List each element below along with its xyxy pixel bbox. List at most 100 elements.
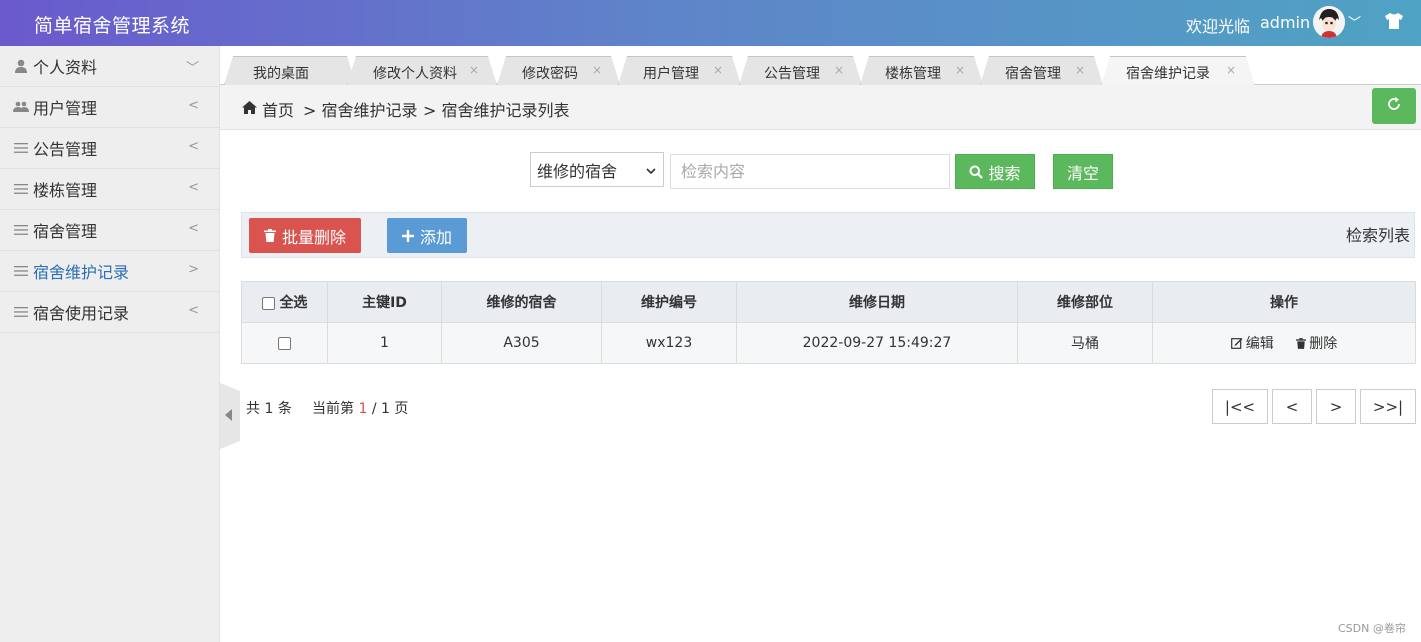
sidebar-item-buildings[interactable]: 楼栋管理 < bbox=[0, 169, 219, 210]
clear-button[interactable]: 清空 bbox=[1053, 154, 1113, 189]
delete-label: 删除 bbox=[1309, 336, 1338, 353]
add-label: 添加 bbox=[419, 227, 452, 247]
refresh-button[interactable] bbox=[1372, 88, 1416, 124]
edit-link[interactable]: 编辑 bbox=[1230, 333, 1274, 353]
close-icon[interactable]: × bbox=[955, 63, 965, 77]
select-all-header[interactable]: 全选 bbox=[241, 281, 328, 323]
batch-delete-label: 批量删除 bbox=[281, 227, 346, 247]
tab-change-password[interactable]: 修改密码 × bbox=[497, 56, 620, 85]
column-header: 维修日期 bbox=[736, 281, 1018, 323]
row-checkbox[interactable] bbox=[278, 336, 291, 350]
chevron-left-icon: < bbox=[188, 303, 199, 318]
search-button-label: 搜索 bbox=[988, 163, 1021, 183]
sidebar-item-profile[interactable]: 个人资料 ﹀ bbox=[0, 46, 219, 87]
close-icon[interactable]: × bbox=[834, 63, 844, 77]
chevron-down-icon[interactable]: ﹀ bbox=[1348, 12, 1361, 31]
tab-notice-management[interactable]: 公告管理 × bbox=[739, 56, 862, 85]
close-icon[interactable]: × bbox=[592, 63, 602, 77]
pager-pages-suffix: 页 bbox=[394, 401, 409, 417]
pager-page-count: 1 bbox=[381, 401, 390, 417]
close-icon[interactable]: × bbox=[1075, 63, 1085, 77]
tab-dorm-management[interactable]: 宿舍管理 × bbox=[980, 56, 1103, 85]
sidebar-item-label: 个人资料 bbox=[33, 58, 98, 77]
maintenance-table: 全选 主键ID 维修的宿舍 维护编号 维修日期 维修部位 操作 1 A305 w… bbox=[241, 281, 1416, 364]
breadcrumb-maintenance[interactable]: > 宿舍维护记录 bbox=[303, 97, 418, 121]
chevron-left-icon: < bbox=[188, 139, 199, 154]
sidebar-item-label: 楼栋管理 bbox=[33, 181, 98, 200]
column-header: 主键ID bbox=[327, 281, 442, 323]
tab-label: 我的桌面 bbox=[253, 66, 309, 82]
sidebar-item-notices[interactable]: 公告管理 < bbox=[0, 128, 219, 169]
edit-icon bbox=[1230, 337, 1243, 349]
cell-code: wx123 bbox=[601, 322, 737, 364]
pager-total-prefix: 共 bbox=[246, 401, 260, 417]
delete-link[interactable]: 删除 bbox=[1296, 333, 1337, 353]
top-header: 简单宿舍管理系统 欢迎光临 admin ﹀ bbox=[0, 0, 1421, 46]
tab-desktop[interactable]: 我的桌面 bbox=[224, 56, 356, 85]
sidebar: 个人资料 ﹀ 用户管理 < 公告管理 < 楼栋管理 < 宿舍管理 < 宿舍维护记… bbox=[0, 46, 220, 642]
sidebar-item-label: 宿舍使用记录 bbox=[33, 304, 130, 323]
welcome-text: 欢迎光临 bbox=[1186, 17, 1251, 36]
username[interactable]: admin bbox=[1260, 13, 1310, 32]
first-page-button[interactable]: |<< bbox=[1212, 389, 1268, 424]
table-row: 1 A305 wx123 2022-09-27 15:49:27 马桶 编辑 删… bbox=[241, 322, 1416, 364]
breadcrumb-home[interactable]: 首页 bbox=[262, 97, 294, 121]
list-icon bbox=[12, 304, 30, 320]
tab-label: 宿舍管理 bbox=[1005, 66, 1061, 82]
sidebar-item-label: 宿舍维护记录 bbox=[33, 263, 130, 282]
list-icon bbox=[12, 140, 30, 156]
last-page-button[interactable]: >>| bbox=[1360, 389, 1416, 424]
avatar[interactable] bbox=[1313, 6, 1345, 38]
search-field-select[interactable]: 维修的宿舍 bbox=[530, 152, 664, 187]
batch-delete-button[interactable]: 批量删除 bbox=[249, 218, 361, 253]
tab-label: 用户管理 bbox=[643, 66, 699, 82]
search-field-value: 维修的宿舍 bbox=[537, 161, 618, 181]
pager-separator: / bbox=[371, 401, 377, 417]
search-input[interactable] bbox=[670, 154, 950, 189]
sidebar-item-users[interactable]: 用户管理 < bbox=[0, 87, 219, 128]
close-icon[interactable]: × bbox=[713, 63, 723, 77]
search-button[interactable]: 搜索 bbox=[955, 154, 1035, 189]
next-page-button[interactable]: > bbox=[1316, 389, 1356, 424]
plus-icon bbox=[401, 229, 414, 242]
cell-actions: 编辑 删除 bbox=[1152, 322, 1416, 364]
toolbar: 批量删除 添加 检索列表 bbox=[241, 212, 1415, 258]
sidebar-item-label: 宿舍管理 bbox=[33, 222, 98, 241]
tab-dorm-maintenance[interactable]: 宿舍维护记录 × bbox=[1101, 56, 1255, 86]
add-button[interactable]: 添加 bbox=[387, 218, 467, 253]
tab-building-management[interactable]: 楼栋管理 × bbox=[860, 56, 983, 85]
prev-page-button[interactable]: < bbox=[1272, 389, 1312, 424]
trash-icon bbox=[1296, 337, 1307, 349]
tshirt-icon[interactable] bbox=[1384, 12, 1404, 34]
watermark: CSDN @卷帘 bbox=[1338, 622, 1406, 635]
pager-total-suffix: 条 bbox=[277, 401, 292, 417]
list-icon bbox=[12, 263, 30, 279]
column-header: 维修部位 bbox=[1017, 281, 1153, 323]
search-icon bbox=[969, 165, 984, 179]
cell-date: 2022-09-27 15:49:27 bbox=[736, 322, 1018, 364]
sidebar-item-maintenance[interactable]: 宿舍维护记录 > bbox=[0, 251, 219, 292]
pager-current-page: 1 bbox=[358, 401, 368, 417]
close-icon[interactable]: × bbox=[469, 63, 479, 77]
tab-edit-profile[interactable]: 修改个人资料 × bbox=[347, 56, 497, 85]
pager-current: 当前第 1 / 1 页 bbox=[312, 398, 408, 418]
sidebar-collapse-handle[interactable] bbox=[220, 383, 240, 449]
caret-left-icon bbox=[225, 409, 232, 421]
tab-user-management[interactable]: 用户管理 × bbox=[618, 56, 741, 85]
tab-label: 宿舍维护记录 bbox=[1126, 66, 1210, 82]
select-all-checkbox[interactable] bbox=[261, 296, 275, 310]
list-title: 检索列表 bbox=[1345, 226, 1410, 245]
column-header: 维护编号 bbox=[601, 281, 737, 323]
pager-current-prefix: 当前第 bbox=[312, 401, 354, 417]
tab-label: 公告管理 bbox=[764, 66, 820, 82]
home-icon bbox=[242, 99, 257, 118]
chevron-right-icon: > bbox=[188, 262, 199, 277]
breadcrumb: 首页 > 宿舍维护记录 > 宿舍维护记录列表 bbox=[220, 85, 1421, 130]
user-icon bbox=[12, 58, 30, 74]
close-icon[interactable]: × bbox=[1226, 63, 1236, 77]
sidebar-item-dorms[interactable]: 宿舍管理 < bbox=[0, 210, 219, 251]
edit-label: 编辑 bbox=[1245, 335, 1274, 352]
table-header-row: 全选 主键ID 维修的宿舍 维护编号 维修日期 维修部位 操作 bbox=[241, 281, 1416, 323]
sidebar-item-usage[interactable]: 宿舍使用记录 < bbox=[0, 292, 219, 333]
tab-bar: 我的桌面 修改个人资料 × 修改密码 × 用户管理 × 公告管理 × 楼栋管理 … bbox=[220, 46, 1421, 85]
